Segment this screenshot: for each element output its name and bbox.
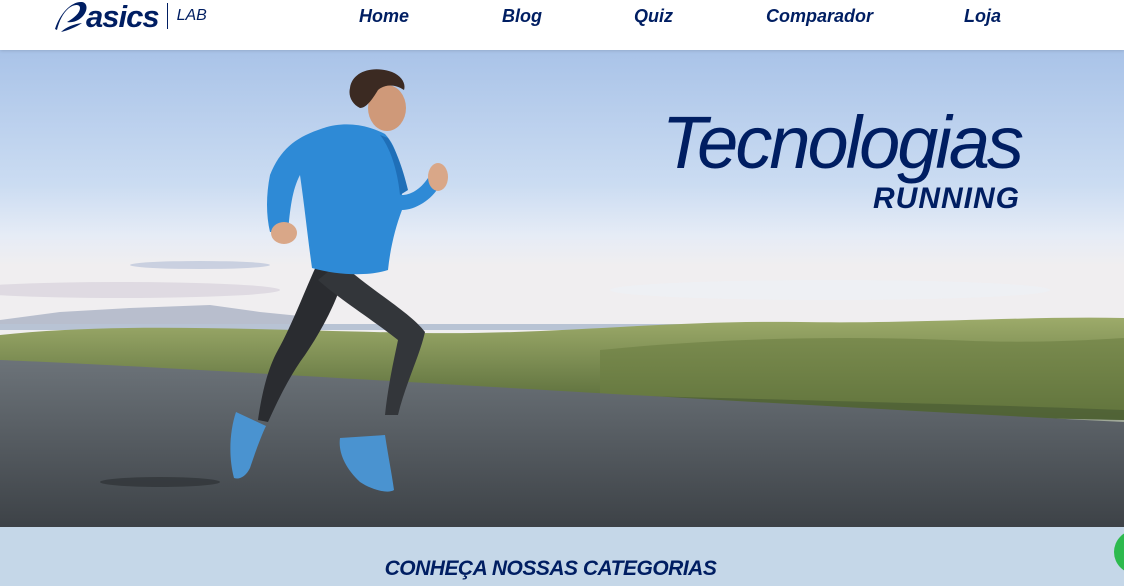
hero-subtitle: RUNNING [873,182,1020,215]
nav-loja[interactable]: Loja [964,6,1001,27]
categories-heading-prefix: CONHEÇA [384,557,492,580]
categories-heading: CONHEÇA NOSSAS CATEGORIAS [0,557,1101,581]
hero-banner: Tecnologias RUNNING [0,50,1124,527]
categories-heading-bold: NOSSAS CATEGORIAS [491,557,717,580]
nav-comparador[interactable]: Comparador [766,6,873,27]
nav-blog[interactable]: Blog [502,6,542,27]
hero-title: Tecnologias [661,101,1024,184]
nav-home[interactable]: Home [359,6,409,27]
site-header: asics LAB Home Blog Quiz Comparador Loja [0,0,1124,50]
nav-quiz[interactable]: Quiz [634,6,673,27]
categories-section: CONHEÇA NOSSAS CATEGORIAS [0,527,1124,586]
main-nav: Home Blog Quiz Comparador Loja [0,6,1124,28]
